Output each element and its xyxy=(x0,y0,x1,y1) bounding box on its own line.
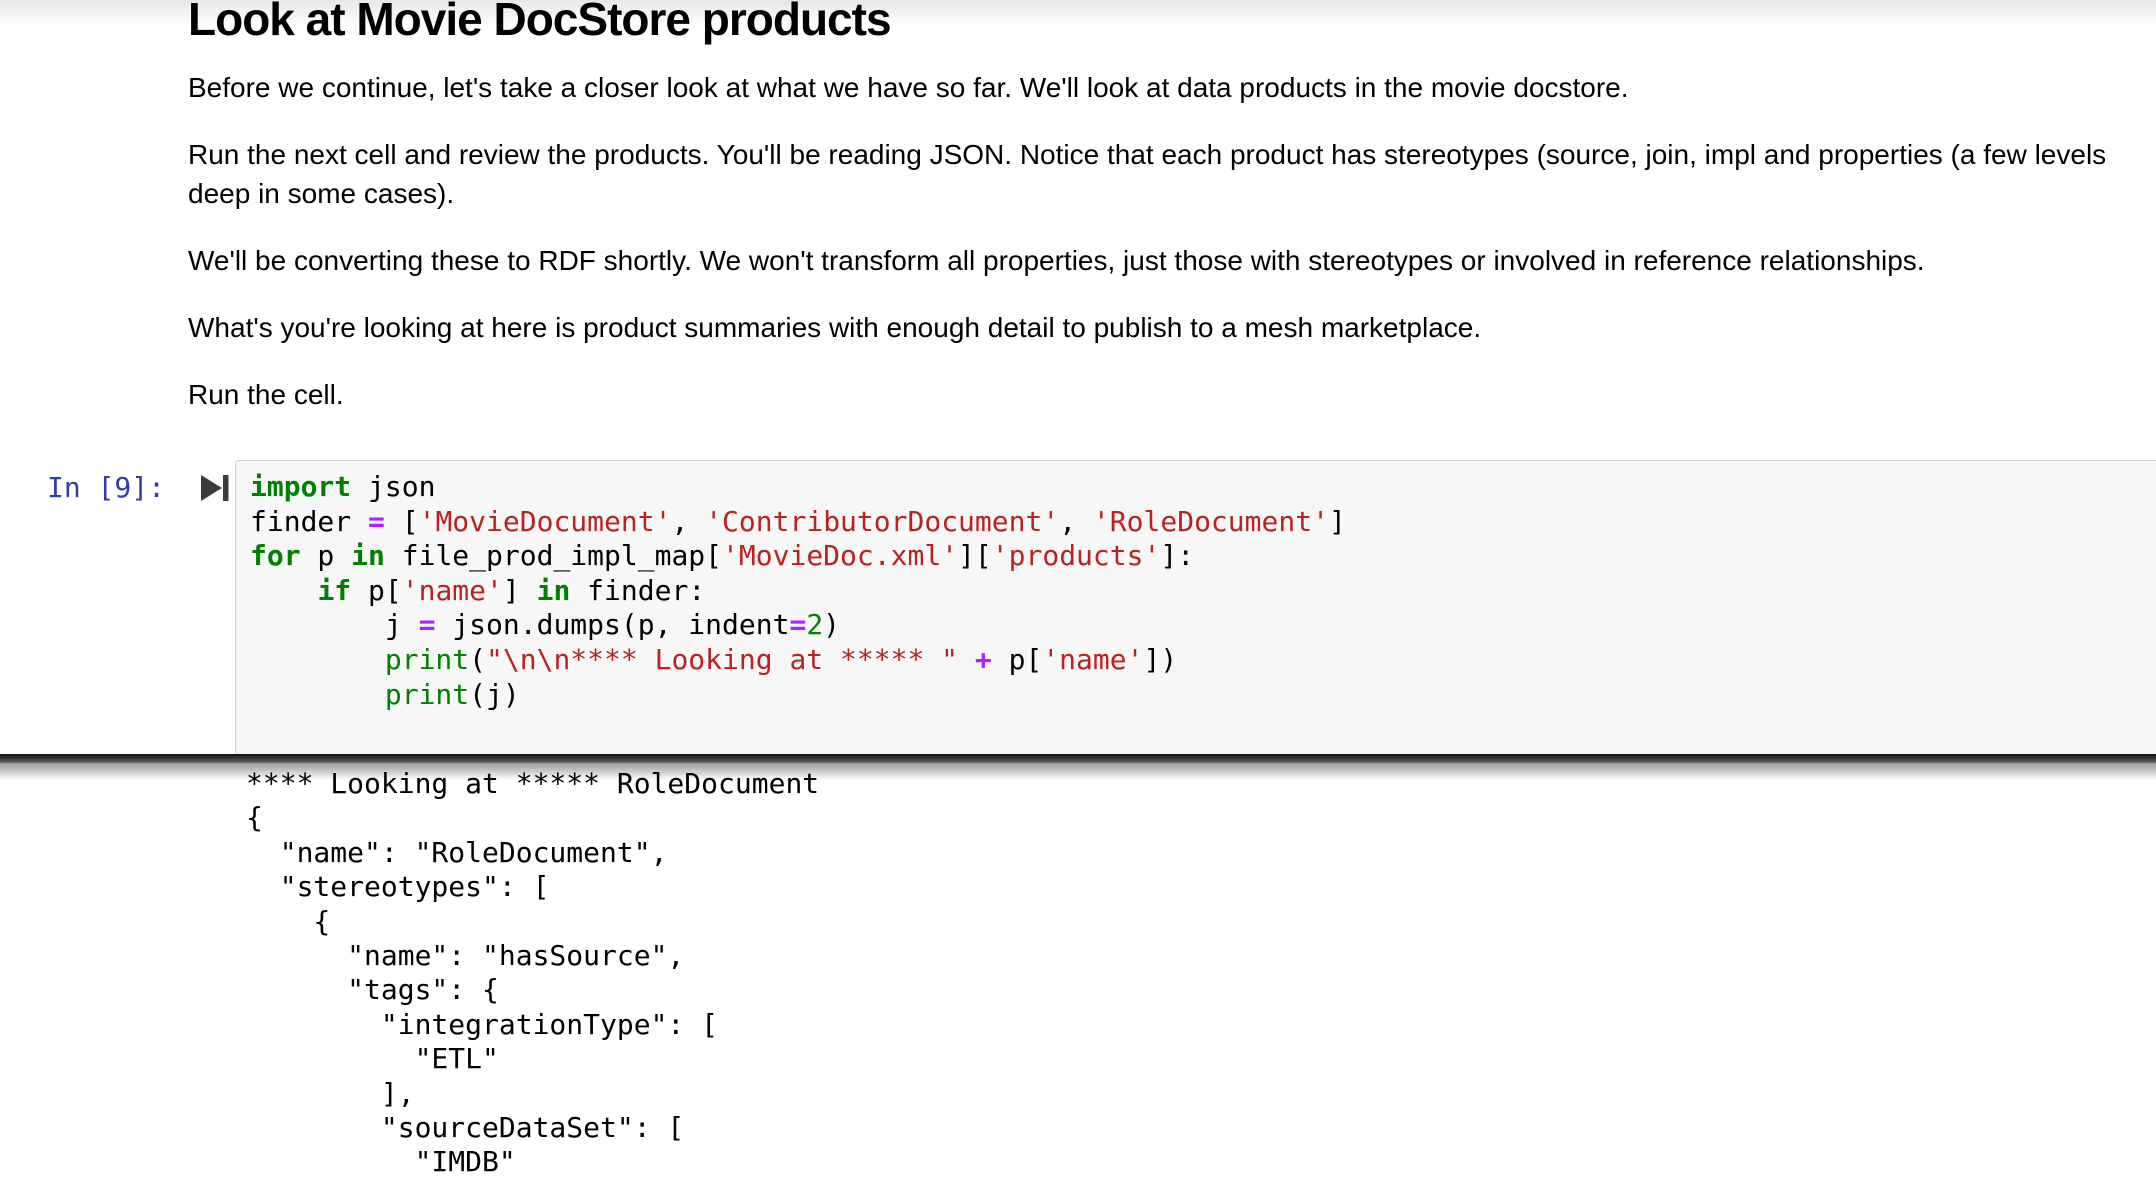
markdown-paragraph: Run the next cell and review the product… xyxy=(188,135,2140,213)
code-line[interactable]: import json xyxy=(250,470,2156,505)
markdown-paragraph: We'll be converting these to RDF shortly… xyxy=(188,241,2140,280)
code-editor-pre[interactable]: import jsonfinder = ['MovieDocument', 'C… xyxy=(236,461,2156,712)
markdown-cell: Look at Movie DocStore products Before w… xyxy=(188,0,2140,442)
code-line[interactable]: if p['name'] in finder: xyxy=(250,574,2156,609)
markdown-paragraph: Run the cell. xyxy=(188,375,2140,414)
markdown-paragraph: What's you're looking at here is product… xyxy=(188,308,2140,347)
run-cell-icon[interactable] xyxy=(199,472,231,504)
input-prompt: In [9]: xyxy=(47,471,165,506)
cell-output: **** Looking at ***** RoleDocument { "na… xyxy=(246,760,2156,1184)
markdown-paragraph: Before we continue, let's take a closer … xyxy=(188,68,2140,107)
code-line[interactable]: print(j) xyxy=(250,678,2156,713)
code-line[interactable]: for p in file_prod_impl_map['MovieDoc.xm… xyxy=(250,539,2156,574)
code-line[interactable]: finder = ['MovieDocument', 'ContributorD… xyxy=(250,505,2156,540)
code-line[interactable]: print("\n\n**** Looking at ***** " + p['… xyxy=(250,643,2156,678)
code-editor[interactable]: import jsonfinder = ['MovieDocument', 'C… xyxy=(235,460,2156,755)
page-title: Look at Movie DocStore products xyxy=(188,0,2140,46)
code-line[interactable]: j = json.dumps(p, indent=2) xyxy=(250,608,2156,643)
code-cell: In [9]: import jsonfinder = ['MovieDocum… xyxy=(0,460,2156,756)
output-text: **** Looking at ***** RoleDocument { "na… xyxy=(246,767,2156,1184)
